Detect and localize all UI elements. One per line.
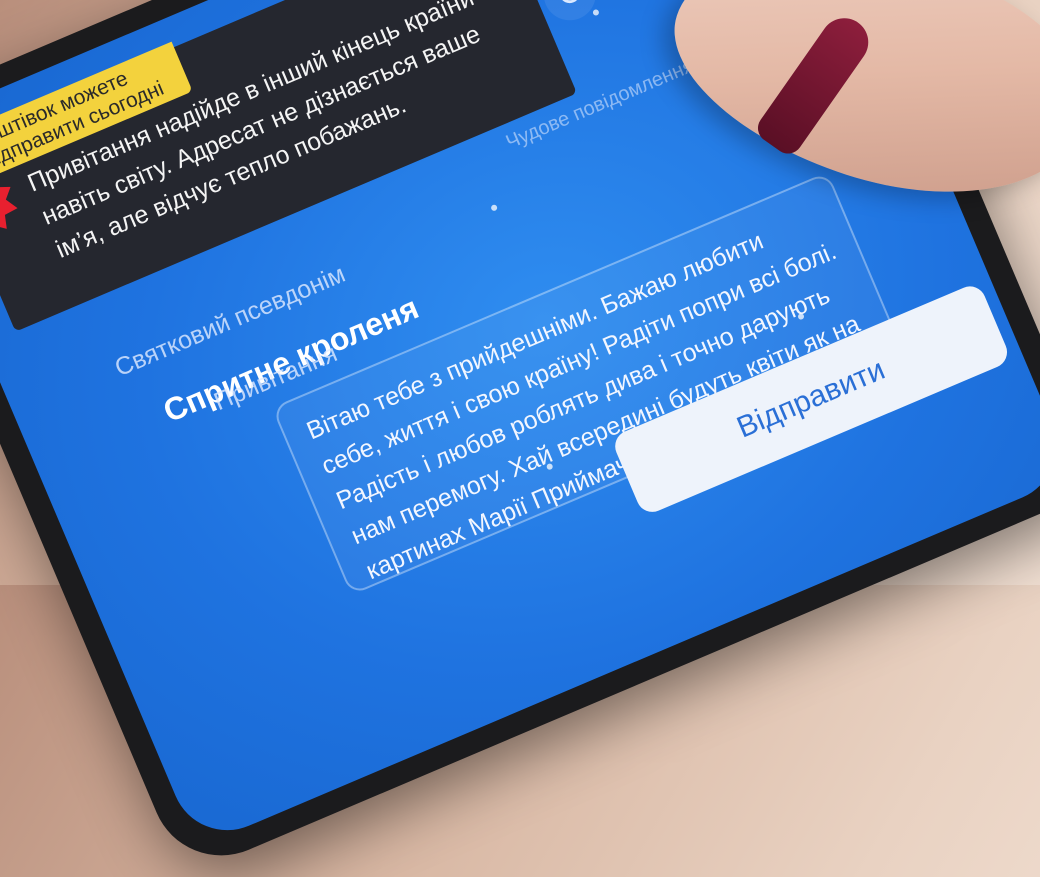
sparkle: [591, 8, 600, 17]
promo-text: Привітання надійде в інший кінець країни…: [23, 0, 510, 264]
count-badge: 10: [0, 164, 25, 245]
sparkle: [490, 203, 499, 212]
